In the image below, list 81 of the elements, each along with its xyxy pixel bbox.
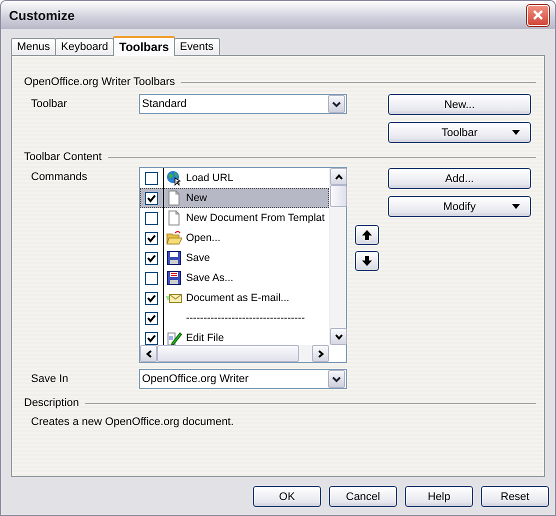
command-item[interactable]: Load URL — [140, 168, 329, 188]
scroll-right-button[interactable] — [312, 345, 329, 362]
checkbox[interactable] — [145, 192, 158, 204]
command-item[interactable]: Save As... — [140, 268, 329, 288]
tab[interactable]: Events — [174, 38, 220, 55]
checkbox[interactable] — [145, 212, 158, 224]
window-title: Customize — [8, 8, 75, 22]
commands-list[interactable]: Load URL New New Document From Templat Open... Save Save As... Document as E-mail... ---------------------------------- Edit File — [139, 167, 347, 363]
command-label: Open... — [186, 232, 220, 244]
document-icon — [166, 210, 182, 226]
chevron-down-icon — [334, 332, 342, 340]
checkbox[interactable] — [145, 292, 158, 304]
toolbar-dropdown[interactable]: Standard — [139, 94, 347, 114]
caret-icon — [512, 130, 520, 135]
scroll-thumb[interactable] — [330, 185, 347, 207]
folder-icon — [166, 230, 182, 246]
scroll-up-button[interactable] — [330, 168, 347, 185]
dialog-button[interactable]: Reset — [481, 486, 549, 507]
toolbar-menu-button[interactable]: Toolbar — [388, 122, 531, 143]
move-up-button[interactable] — [355, 225, 379, 245]
checkbox[interactable] — [145, 312, 158, 324]
checkbox[interactable] — [145, 232, 158, 244]
close-button[interactable] — [527, 4, 549, 26]
command-item[interactable]: Save — [140, 248, 329, 268]
command-label: Edit File — [186, 332, 224, 344]
chevron-right-icon — [316, 350, 324, 358]
scroll-thumb[interactable] — [157, 345, 299, 362]
tab[interactable]: Toolbars — [113, 36, 175, 56]
command-label: Document as E-mail... — [186, 292, 290, 304]
save-in-dropdown[interactable]: OpenOffice.org Writer — [139, 369, 347, 389]
checkbox[interactable] — [145, 332, 158, 344]
chevron-down-icon — [332, 376, 341, 382]
command-label: Save As... — [186, 272, 234, 284]
check-icon — [147, 194, 156, 202]
command-label: Save — [186, 252, 210, 264]
check-icon — [147, 334, 156, 342]
chevron-up-icon — [334, 172, 342, 180]
arrow-down-icon — [361, 255, 373, 267]
section-heading: Toolbar Content — [24, 151, 102, 163]
field-label: Commands — [31, 170, 88, 185]
tab[interactable]: Keyboard — [55, 38, 114, 55]
close-icon — [532, 9, 544, 21]
command-item[interactable]: New Document From Templat — [140, 208, 329, 228]
document-icon — [166, 190, 182, 206]
command-item[interactable]: Document as E-mail... — [140, 288, 329, 308]
tab[interactable]: Menus — [11, 38, 56, 55]
scroll-down-button[interactable] — [330, 328, 347, 345]
command-label: New — [186, 192, 208, 204]
vertical-scrollbar[interactable] — [329, 168, 346, 345]
move-down-button[interactable] — [355, 251, 379, 271]
add-button[interactable]: Add... — [388, 168, 531, 189]
field-label: Toolbar — [31, 97, 68, 112]
check-icon — [147, 234, 156, 242]
globe-icon — [166, 170, 182, 186]
arrow-up-icon — [361, 229, 373, 241]
command-label: ---------------------------------- — [186, 312, 305, 324]
dialog-button[interactable]: Cancel — [329, 486, 397, 507]
caret-icon — [512, 204, 520, 209]
command-label: New Document From Templat — [186, 212, 325, 224]
dialog-button[interactable]: Help — [405, 486, 473, 507]
horizontal-scrollbar[interactable] — [140, 345, 329, 362]
command-label: Load URL — [186, 172, 234, 184]
section-heading: Description — [24, 397, 80, 409]
dialog-button[interactable]: OK — [253, 486, 321, 507]
check-icon — [147, 294, 156, 302]
scroll-left-button[interactable] — [140, 345, 157, 362]
chevron-down-icon — [332, 100, 341, 108]
chevron-left-icon — [144, 350, 152, 358]
description-text: Creates a new OpenOffice.org document. — [30, 416, 235, 428]
field-label: Save In — [31, 372, 70, 387]
checkbox[interactable] — [145, 252, 158, 264]
checkbox[interactable] — [145, 172, 158, 184]
checkbox[interactable] — [145, 272, 158, 284]
command-item[interactable]: Open... — [140, 228, 329, 248]
check-icon — [147, 254, 156, 262]
modify-menu-button[interactable]: Modify — [388, 196, 531, 217]
new-button[interactable]: New... — [388, 94, 531, 115]
check-icon — [147, 314, 156, 322]
command-item[interactable]: New — [140, 188, 329, 208]
command-item[interactable]: ---------------------------------- — [140, 308, 329, 328]
section-heading: OpenOffice.org Writer Toolbars — [24, 76, 176, 88]
